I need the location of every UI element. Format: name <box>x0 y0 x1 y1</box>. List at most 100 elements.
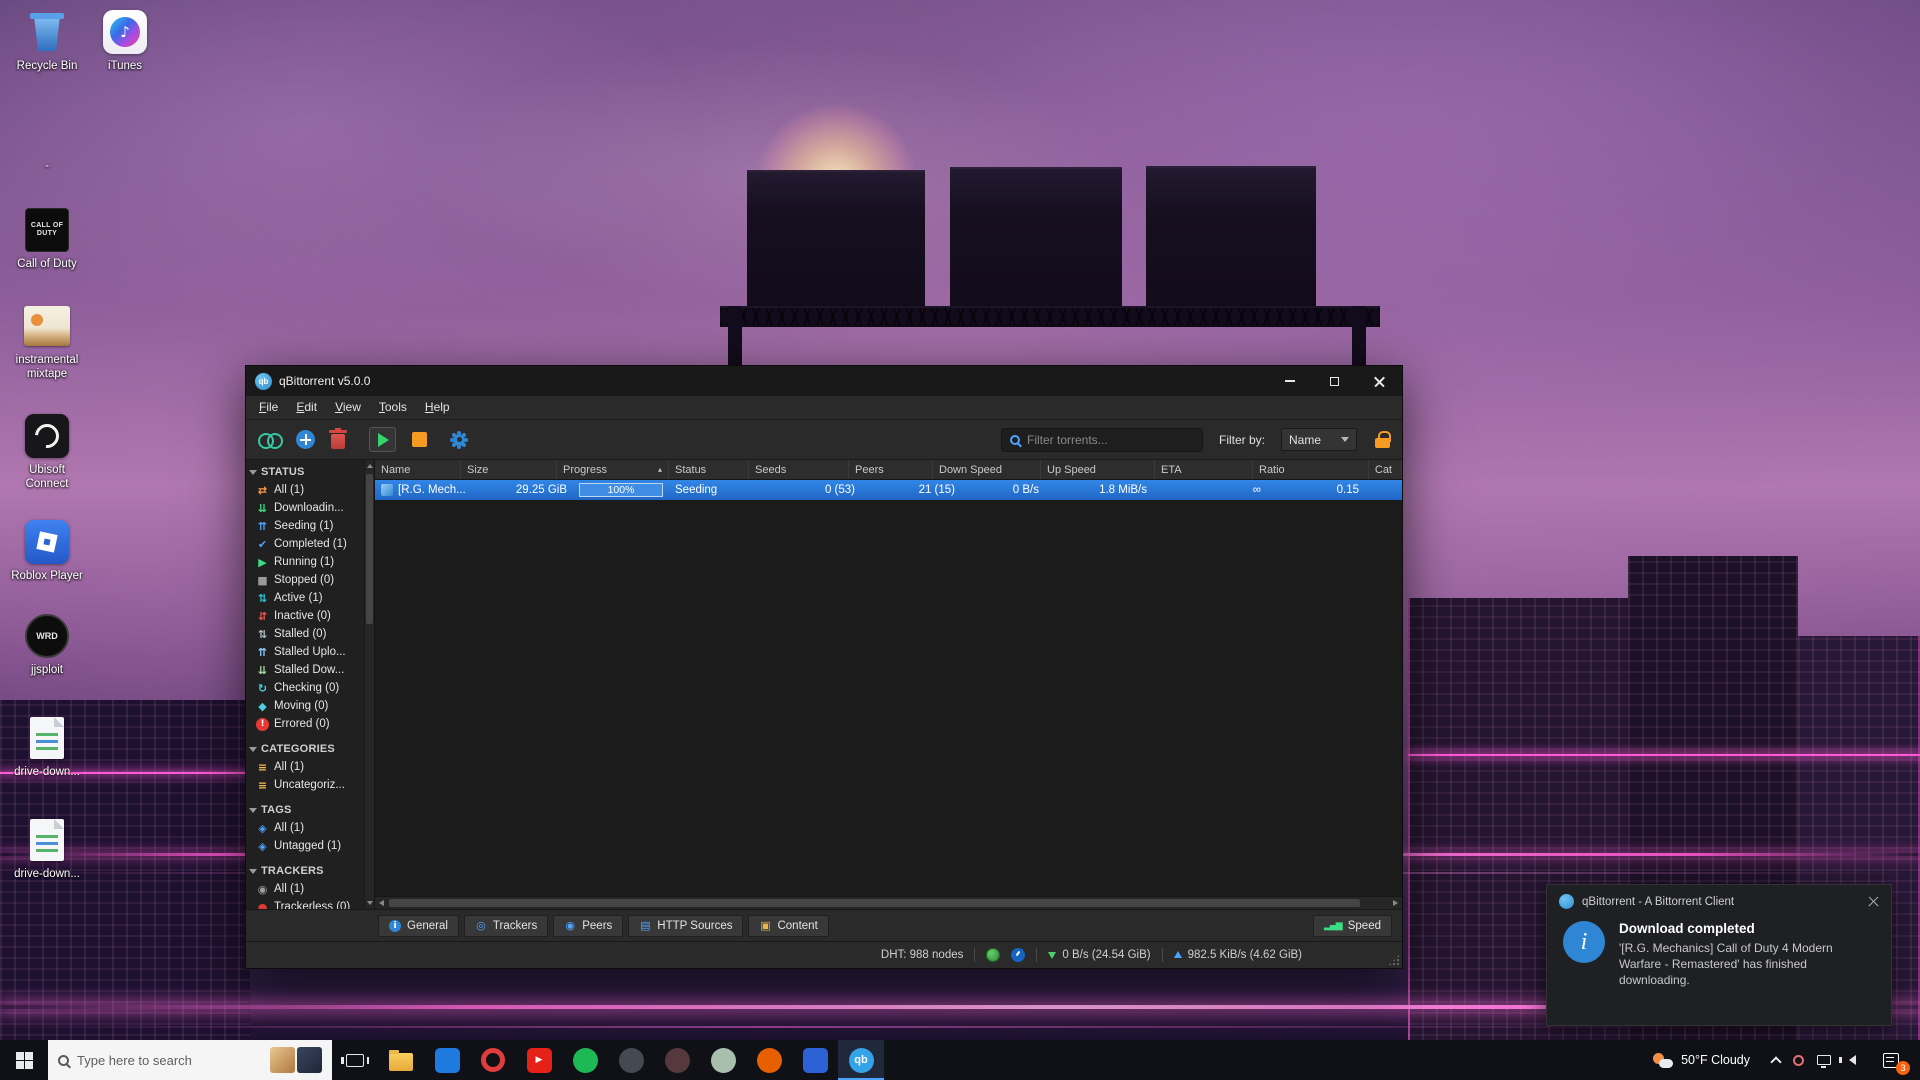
column-header[interactable]: Progress ▴ <box>557 460 669 479</box>
section-header-tags[interactable]: TAGS <box>246 801 364 819</box>
stop-torrent-icon[interactable] <box>412 432 427 447</box>
status-filter-item[interactable]: ↻ Checking (0) <box>246 679 364 697</box>
desktop-icon-instramental-mixtape[interactable]: instramental mixtape <box>8 302 86 382</box>
close-button[interactable] <box>1357 366 1402 396</box>
minimize-button[interactable] <box>1267 366 1312 396</box>
add-torrent-link-icon[interactable] <box>258 433 280 446</box>
column-header[interactable]: Status <box>669 460 749 479</box>
status-filter-item[interactable]: ⇈ Stalled Uplo... <box>246 643 364 661</box>
desktop-icon-call-of-duty[interactable]: CALL OF DUTY Call of Duty <box>8 206 86 272</box>
desktop-icon-drive-download-2[interactable]: drive-down... <box>8 816 86 882</box>
youtube-icon[interactable]: ▶ <box>516 1040 562 1080</box>
network-icon[interactable] <box>1817 1055 1831 1065</box>
filter-torrents-input[interactable] <box>1027 433 1194 447</box>
detail-tab[interactable]: ▣ Content <box>748 915 828 937</box>
menu-item[interactable]: File <box>250 396 287 419</box>
firefox-icon[interactable] <box>746 1040 792 1080</box>
column-header[interactable]: ETA <box>1155 460 1253 479</box>
category-filter-item[interactable]: ≡ All (1) <box>246 758 364 776</box>
maximize-button[interactable] <box>1312 366 1357 396</box>
column-header[interactable]: Down Speed <box>933 460 1041 479</box>
status-filter-item[interactable]: ⇈ Seeding (1) <box>246 517 364 535</box>
status-filter-item[interactable]: ⇊ Downloadin... <box>246 499 364 517</box>
filter-by-dropdown[interactable]: Name <box>1281 428 1357 451</box>
status-filter-item[interactable]: ⇵ Inactive (0) <box>246 607 364 625</box>
menu-item[interactable]: Help <box>416 396 459 419</box>
delete-torrent-icon[interactable] <box>331 434 345 449</box>
status-filter-item[interactable]: ✔ Completed (1) <box>246 535 364 553</box>
column-header[interactable]: Up Speed <box>1041 460 1155 479</box>
section-header-status[interactable]: STATUS <box>246 463 364 481</box>
desktop-icon-jjsploit[interactable]: WRD jjsploit <box>8 612 86 678</box>
window-titlebar[interactable]: qb qBittorrent v5.0.0 <box>246 366 1402 396</box>
options-gear-icon[interactable] <box>453 434 465 446</box>
scroll-right-icon[interactable] <box>1393 900 1398 906</box>
detail-tab[interactable]: i General <box>378 915 459 937</box>
category-filter-item[interactable]: ≡ Uncategoriz... <box>246 776 364 794</box>
resume-torrent-icon[interactable] <box>369 427 396 452</box>
detail-tab[interactable]: ◉ Peers <box>553 915 623 937</box>
tracker-filter-item[interactable]: ● Trackerless (0) <box>246 898 364 909</box>
menu-item[interactable]: Tools <box>370 396 416 419</box>
notification-toast[interactable]: qBittorrent - A Bittorrent Client i Down… <box>1546 884 1892 1026</box>
menu-item[interactable]: View <box>326 396 370 419</box>
detail-tab[interactable]: ◎ Trackers <box>464 915 548 937</box>
hidden-icons-chevron-icon[interactable] <box>1770 1056 1781 1067</box>
scrollbar-thumb[interactable] <box>366 474 373 624</box>
blue-square-app-icon[interactable] <box>792 1040 838 1080</box>
column-header[interactable]: Peers <box>849 460 933 479</box>
status-filter-item[interactable]: ⇅ Active (1) <box>246 589 364 607</box>
column-header[interactable]: Size <box>461 460 557 479</box>
file-explorer-icon[interactable] <box>378 1040 424 1080</box>
add-torrent-file-icon[interactable] <box>296 430 315 449</box>
column-header[interactable]: Cat <box>1369 460 1402 479</box>
dark-gray-circle-app-icon[interactable] <box>608 1040 654 1080</box>
status-filter-item[interactable]: ▶ Running (1) <box>246 553 364 571</box>
search-highlight-thumbnails[interactable] <box>270 1047 322 1073</box>
status-filter-item[interactable]: ⇅ Stalled (0) <box>246 625 364 643</box>
action-center-button[interactable]: 3 <box>1870 1040 1912 1080</box>
torrent-filter-box[interactable] <box>1001 428 1203 452</box>
horizontal-scrollbar[interactable] <box>375 896 1402 909</box>
tag-filter-item[interactable]: ◈ All (1) <box>246 819 364 837</box>
status-filter-item[interactable]: ◆ Moving (0) <box>246 697 364 715</box>
connection-status-icon[interactable] <box>986 948 1000 962</box>
red-ring-app-icon[interactable] <box>470 1040 516 1080</box>
dark-red-circle-app-icon[interactable] <box>654 1040 700 1080</box>
tracker-filter-item[interactable]: ◉ All (1) <box>246 880 364 898</box>
desktop-icon-ubisoft-connect[interactable]: Ubisoft Connect <box>8 412 86 492</box>
desktop-icon-roblox-player[interactable]: Roblox Player <box>8 518 86 584</box>
qbittorrent-icon[interactable]: qb <box>838 1040 884 1080</box>
taskbar-search-box[interactable]: Type here to search <box>48 1040 332 1080</box>
column-header[interactable]: Name <box>375 460 461 479</box>
detail-tab[interactable]: ▤ HTTP Sources <box>628 915 743 937</box>
desktop-icon-recycle-bin[interactable]: Recycle Bin <box>8 8 86 74</box>
alt-speed-limits-icon[interactable] <box>1011 948 1025 962</box>
sidebar-scrollbar[interactable] <box>364 460 375 909</box>
start-button[interactable] <box>0 1040 48 1080</box>
status-filter-item[interactable]: ! Errored (0) <box>246 715 364 733</box>
volume-icon[interactable] <box>1844 1055 1856 1065</box>
pale-green-circle-app-icon[interactable] <box>700 1040 746 1080</box>
lock-icon[interactable] <box>1375 431 1390 448</box>
blue-tile-app-icon[interactable] <box>424 1040 470 1080</box>
spotify-icon[interactable] <box>562 1040 608 1080</box>
table-empty-area[interactable] <box>375 500 1402 896</box>
desktop-icon-itunes[interactable]: ♪ iTunes <box>86 8 164 74</box>
desktop-icon-drive-download-1[interactable]: drive-down... <box>8 714 86 780</box>
section-header-categories[interactable]: CATEGORIES <box>246 740 364 758</box>
toast-close-icon[interactable] <box>1868 896 1879 907</box>
task-view-button[interactable] <box>332 1040 378 1080</box>
section-header-trackers[interactable]: TRACKERS <box>246 862 364 880</box>
column-header[interactable]: Ratio <box>1253 460 1369 479</box>
speed-tab[interactable]: ▂▄▆ Speed <box>1313 915 1392 937</box>
torrent-row-selected[interactable]: [R.G. Mech... 29.25 GiB 100% Seeding 0 (… <box>375 480 1402 500</box>
desktop-icon-dash[interactable]: - <box>8 142 86 174</box>
status-filter-item[interactable]: ⇄ All (1) <box>246 481 364 499</box>
status-filter-item[interactable]: ⇊ Stalled Dow... <box>246 661 364 679</box>
tray-app-icon[interactable] <box>1793 1055 1804 1066</box>
status-filter-item[interactable]: ■ Stopped (0) <box>246 571 364 589</box>
scrollbar-thumb[interactable] <box>389 899 1360 907</box>
scroll-left-icon[interactable] <box>379 900 384 906</box>
resize-grip[interactable] <box>1388 954 1400 966</box>
